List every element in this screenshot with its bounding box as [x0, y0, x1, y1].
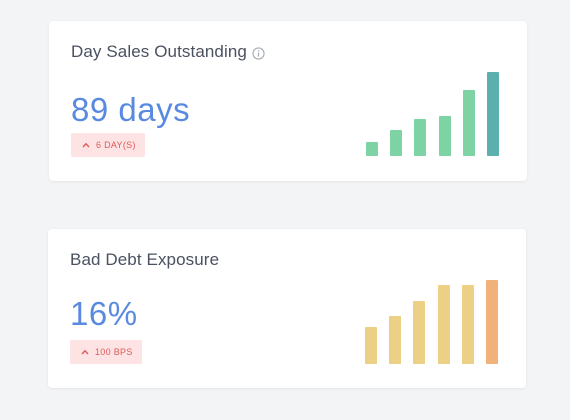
spark-bar [487, 72, 499, 156]
dso-sparkbar-chart [366, 72, 499, 156]
bad-debt-sparkbar-chart [365, 280, 498, 364]
spark-bar [462, 285, 474, 364]
chevron-up-icon [81, 349, 89, 355]
bad-debt-title: Bad Debt Exposure [70, 250, 220, 269]
info-icon[interactable] [252, 46, 265, 60]
dso-card: Day Sales Outstanding 89 days 6 DAY(S) [49, 21, 527, 181]
spark-bar [366, 142, 378, 156]
chevron-up-icon [82, 142, 90, 148]
dso-change-label: 6 DAY(S) [96, 140, 136, 150]
spark-bar [463, 90, 475, 156]
bad-debt-value: 16% [70, 295, 138, 332]
spark-bar [365, 327, 377, 364]
dso-change-badge: 6 DAY(S) [71, 133, 145, 157]
card-title: Bad Debt Exposure [70, 250, 219, 270]
spark-bar [413, 301, 425, 364]
spark-bar [414, 119, 426, 156]
spark-bar [390, 130, 402, 156]
bad-debt-change-label: 100 BPS [95, 347, 133, 357]
bad-debt-change-badge: 100 BPS [70, 340, 142, 364]
card-title: Day Sales Outstanding [71, 42, 265, 62]
dso-title: Day Sales Outstanding [71, 42, 247, 61]
spark-bar [486, 280, 498, 364]
spark-bar [438, 285, 450, 364]
spark-bar [389, 316, 401, 364]
dso-value: 89 days [71, 91, 191, 128]
spark-bar [439, 116, 451, 156]
bad-debt-card: Bad Debt Exposure 16% 100 BPS [48, 229, 526, 388]
